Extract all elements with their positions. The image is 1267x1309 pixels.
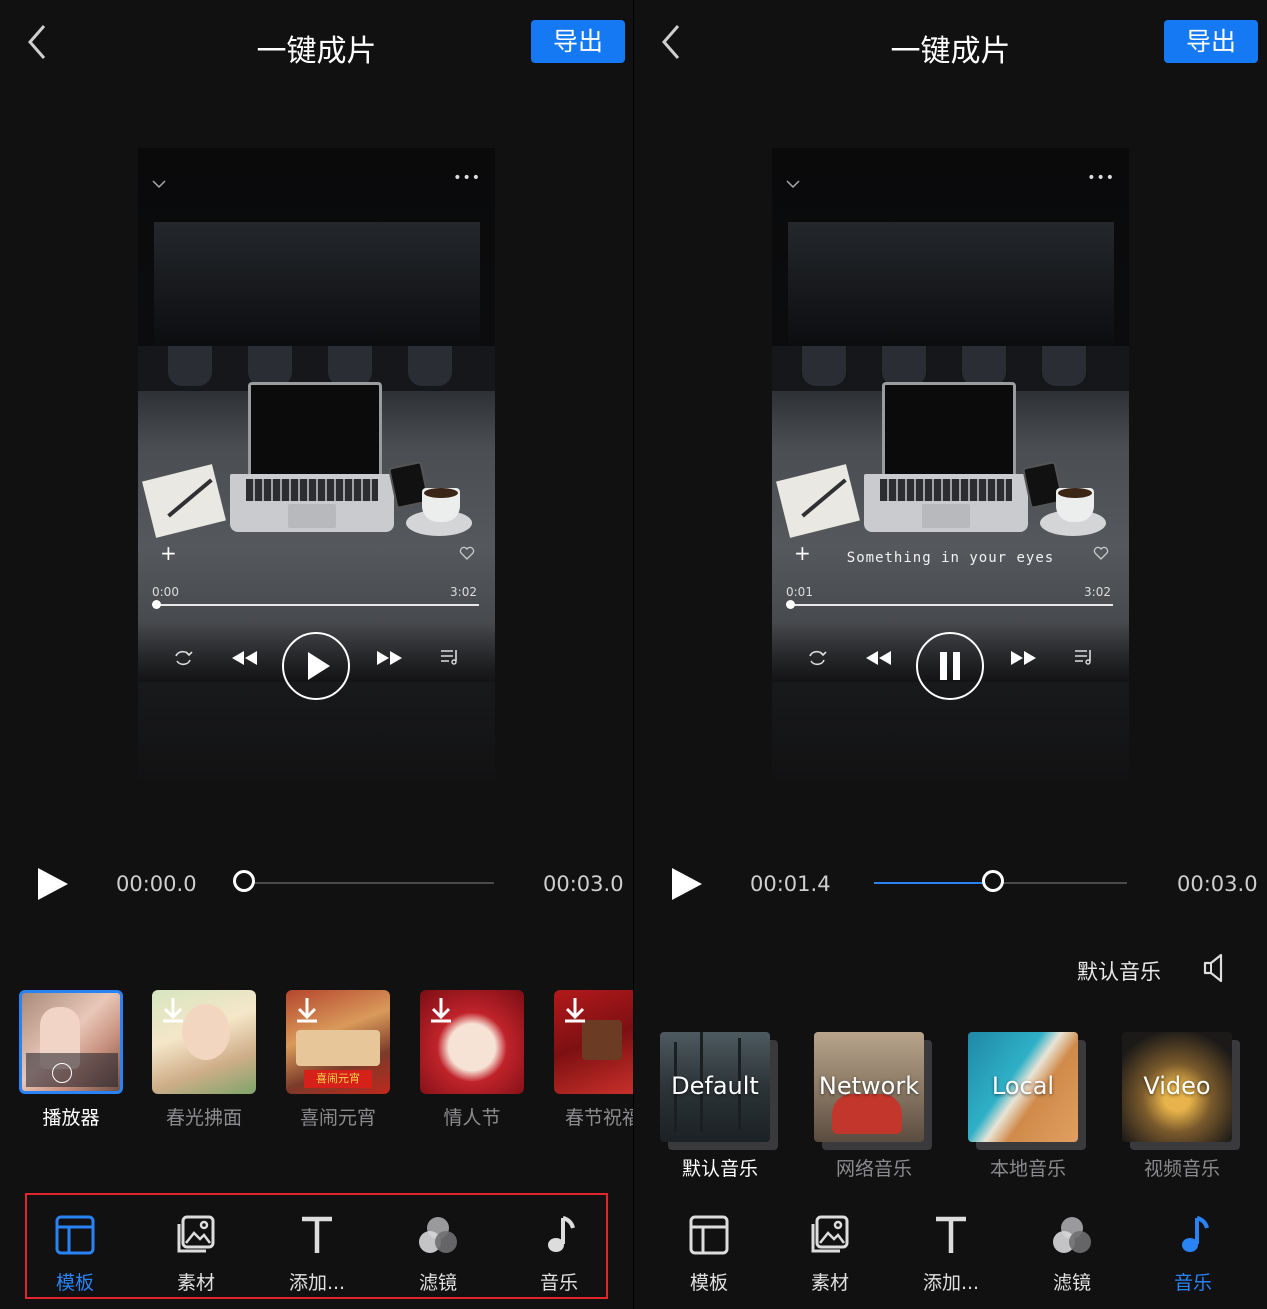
- fast-forward-icon: [376, 648, 404, 668]
- text-icon: [931, 1214, 971, 1256]
- left-screen: 一键成片 导出 ••• + 0:00 3:02 00:00.0 00:03.0 …: [0, 0, 633, 1309]
- preview-pause-button: [916, 632, 984, 700]
- song-current-time: 0:01: [786, 585, 813, 599]
- rewind-icon: [864, 648, 892, 668]
- song-progress-track: [789, 604, 1113, 606]
- timeline-current-time: 00:01.4: [750, 872, 831, 896]
- more-dots-icon: •••: [453, 170, 481, 186]
- timeline-play-icon[interactable]: [36, 866, 70, 902]
- playlist-icon: [440, 648, 460, 666]
- download-icon: [160, 996, 186, 1024]
- template-thumb-spring[interactable]: [152, 990, 256, 1094]
- timeline-total-time: 00:03.0: [1177, 872, 1258, 896]
- template-label: 春节祝福: [565, 1107, 633, 1129]
- timeline-scrubber-handle[interactable]: [233, 870, 255, 892]
- template-label: 情人节: [443, 1107, 501, 1129]
- heart-icon: [459, 545, 475, 560]
- music-card-video[interactable]: Video: [1122, 1032, 1240, 1150]
- song-progress-track: [155, 604, 479, 606]
- music-card-label: 视频音乐: [1143, 1158, 1220, 1180]
- timeline-current-time: 00:00.0: [116, 872, 197, 896]
- preview-top-gradient: [154, 222, 480, 347]
- speaker-icon[interactable]: [1201, 952, 1229, 984]
- music-card-word: Network: [818, 1072, 920, 1100]
- nav-label: 添加...: [922, 1272, 980, 1294]
- more-dots-icon: •••: [1087, 170, 1115, 186]
- export-button[interactable]: 导出: [531, 20, 625, 63]
- music-card-word: Default: [671, 1072, 759, 1100]
- nav-tab-add-text[interactable]: 添加...: [901, 1210, 1001, 1300]
- music-card-label: 本地音乐: [989, 1158, 1066, 1180]
- highlight-annotation-box: [25, 1193, 608, 1299]
- song-title: Something in your eyes: [846, 550, 1055, 566]
- nav-tab-filter[interactable]: 滤镜: [1022, 1210, 1122, 1300]
- template-label: 春光拂面: [165, 1107, 242, 1129]
- add-icon: +: [160, 541, 177, 565]
- download-icon: [294, 996, 320, 1024]
- filter-icon: [1052, 1214, 1092, 1256]
- music-note-icon: [1173, 1214, 1213, 1256]
- timeline-total-time: 00:03.0: [543, 872, 624, 896]
- template-thumb-lantern[interactable]: 喜闹元宵: [286, 990, 390, 1094]
- current-music-label: 默认音乐: [1077, 960, 1161, 984]
- collapse-chevron-icon: [152, 174, 166, 189]
- music-card-word: Video: [1143, 1072, 1211, 1100]
- preview-play-button: [282, 632, 350, 700]
- repeat-icon: [172, 648, 194, 668]
- template-thumb-player[interactable]: [19, 990, 123, 1094]
- download-icon: [562, 996, 588, 1024]
- template-label: 播放器: [42, 1107, 100, 1129]
- nav-label: 滤镜: [1052, 1272, 1091, 1294]
- song-current-time: 0:00: [152, 585, 179, 599]
- nav-tab-material[interactable]: 素材: [780, 1210, 880, 1300]
- music-card-default[interactable]: Default: [660, 1032, 778, 1150]
- repeat-icon: [806, 648, 828, 668]
- template-thumb-new-year[interactable]: [554, 990, 633, 1094]
- music-card-network[interactable]: Network: [814, 1032, 932, 1150]
- timeline-track[interactable]: [244, 882, 494, 884]
- nav-tab-music[interactable]: 音乐: [1143, 1210, 1243, 1300]
- song-progress-dot: [786, 600, 795, 609]
- rewind-icon: [230, 648, 258, 668]
- music-card-label: 默认音乐: [681, 1158, 758, 1180]
- video-preview[interactable]: ••• + 0:00 3:02: [138, 148, 495, 780]
- playlist-icon: [1074, 648, 1094, 666]
- export-button[interactable]: 导出: [1164, 20, 1258, 63]
- template-label: 喜闹元宵: [299, 1107, 376, 1129]
- right-screen: 一键成片 导出 ••• + Something in your eyes 0:0…: [634, 0, 1267, 1309]
- preview-top-gradient: [788, 222, 1114, 347]
- fast-forward-icon: [1010, 648, 1038, 668]
- timeline-scrubber-handle[interactable]: [981, 870, 1004, 892]
- music-card-word: Local: [991, 1072, 1055, 1100]
- song-total-time: 3:02: [1084, 585, 1111, 599]
- gallery-icon: [810, 1214, 850, 1256]
- song-progress-dot: [152, 600, 161, 609]
- nav-label: 素材: [810, 1272, 849, 1294]
- template-thumb-valentine[interactable]: [420, 990, 524, 1094]
- timeline-play-icon[interactable]: [670, 866, 704, 902]
- video-preview[interactable]: ••• + Something in your eyes 0:01 3:02: [772, 148, 1129, 780]
- music-card-label: 网络音乐: [835, 1158, 912, 1180]
- nav-label: 模板: [689, 1272, 728, 1294]
- nav-label: 音乐: [1173, 1272, 1212, 1294]
- nav-tab-template[interactable]: 模板: [659, 1210, 759, 1300]
- song-total-time: 3:02: [450, 585, 477, 599]
- collapse-chevron-icon: [786, 174, 800, 189]
- music-card-local[interactable]: Local: [968, 1032, 1086, 1150]
- template-icon: [689, 1214, 729, 1256]
- download-icon: [428, 996, 454, 1024]
